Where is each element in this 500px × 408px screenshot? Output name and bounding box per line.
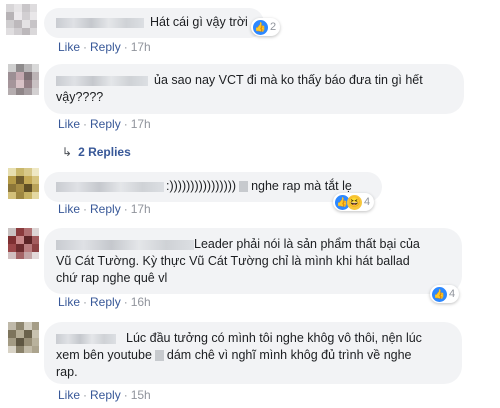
like-link[interactable]: Like: [58, 295, 80, 309]
redacted-emoji: [154, 350, 164, 362]
like-icon: 👍: [432, 286, 447, 302]
comment-text-line-1: Leader phải nói là sản phẩm thất bại của: [194, 237, 420, 251]
timestamp[interactable]: 17h: [131, 117, 151, 131]
haha-icon: 😆: [347, 194, 362, 210]
comment-text: Hát cái gì vậy trời: [150, 15, 248, 29]
like-icon: 👍: [253, 19, 268, 35]
timestamp[interactable]: 16h: [131, 295, 151, 309]
author-name-redacted: [56, 75, 148, 86]
comment-text-line-2: vậy????: [56, 90, 104, 104]
comment-bubble: Hát cái gì vậy trời: [44, 8, 264, 38]
like-link[interactable]: Like: [58, 40, 80, 54]
reply-link[interactable]: Reply: [90, 117, 121, 131]
comment-actions: Like · Reply · 17h: [58, 202, 151, 216]
comment-text-prefix: :)))))))))))))))): [166, 179, 237, 193]
comment-text-line-3: rap.: [56, 365, 78, 379]
comment-actions: Like · Reply · 15h: [58, 388, 151, 402]
reaction-summary[interactable]: 👍 😆 4: [333, 193, 375, 211]
timestamp[interactable]: 15h: [131, 388, 151, 402]
avatar[interactable]: [8, 168, 39, 199]
comment-bubble: Leader phải nói là sản phẩm thất bại của…: [44, 228, 462, 294]
comment-actions: Like · Reply · 17h: [58, 117, 151, 131]
comment-text-line-2: Vũ Cát Tường. Kỳ thực Vũ Cát Tường chỉ l…: [56, 254, 410, 268]
comment-text-line-3: chứ rap nghe quê vl: [56, 271, 168, 285]
view-replies-link[interactable]: ↳ 2 Replies: [62, 145, 131, 159]
author-name-redacted: [56, 181, 164, 192]
author-name-redacted: [56, 333, 116, 344]
comment-text-suffix: nghe rap mà tắt lẹ: [251, 179, 352, 193]
reaction-count: 4: [449, 288, 456, 300]
like-link[interactable]: Like: [58, 117, 80, 131]
comment-bubble: :)))))))))))))))) nghe rap mà tắt lẹ: [44, 172, 382, 202]
avatar[interactable]: [8, 64, 39, 95]
timestamp[interactable]: 17h: [131, 40, 151, 54]
comment-actions: Like · Reply · 17h: [58, 40, 151, 54]
redacted-emoji: [239, 181, 249, 193]
comment-text-line-2a: xem bên youtube: [56, 348, 152, 362]
like-link[interactable]: Like: [58, 388, 80, 402]
reply-arrow-icon: ↳: [62, 145, 73, 159]
reply-link[interactable]: Reply: [90, 202, 121, 216]
timestamp[interactable]: 17h: [131, 202, 151, 216]
reply-link[interactable]: Reply: [90, 40, 121, 54]
reply-link[interactable]: Reply: [90, 295, 121, 309]
comment-text-line-2b: dám chê vì nghĩ mình khôg đủ trình về ng…: [166, 348, 412, 362]
reaction-count: 2: [270, 21, 277, 33]
comment-text-line-1: ủa sao nay VCT đi mà ko thấy báo đưa tin…: [154, 73, 423, 87]
avatar[interactable]: [8, 228, 39, 259]
reply-link[interactable]: Reply: [90, 388, 121, 402]
avatar[interactable]: [6, 4, 37, 35]
like-link[interactable]: Like: [58, 202, 80, 216]
replies-count: 2 Replies: [78, 145, 131, 159]
reaction-summary[interactable]: 👍 2: [251, 18, 281, 36]
comment-actions: Like · Reply · 16h: [58, 295, 151, 309]
reaction-summary[interactable]: 👍 4: [430, 285, 460, 303]
author-name-redacted: [56, 17, 144, 28]
author-name-redacted: [56, 239, 194, 250]
reaction-count: 4: [364, 196, 371, 208]
avatar[interactable]: [8, 322, 39, 353]
comment-bubble: Lúc đầu tưởng có mình tôi nghe khôg vô t…: [44, 322, 462, 384]
comment-bubble: ủa sao nay VCT đi mà ko thấy báo đưa tin…: [44, 64, 464, 114]
comment-text-line-1: Lúc đầu tưởng có mình tôi nghe khôg vô t…: [126, 331, 422, 345]
